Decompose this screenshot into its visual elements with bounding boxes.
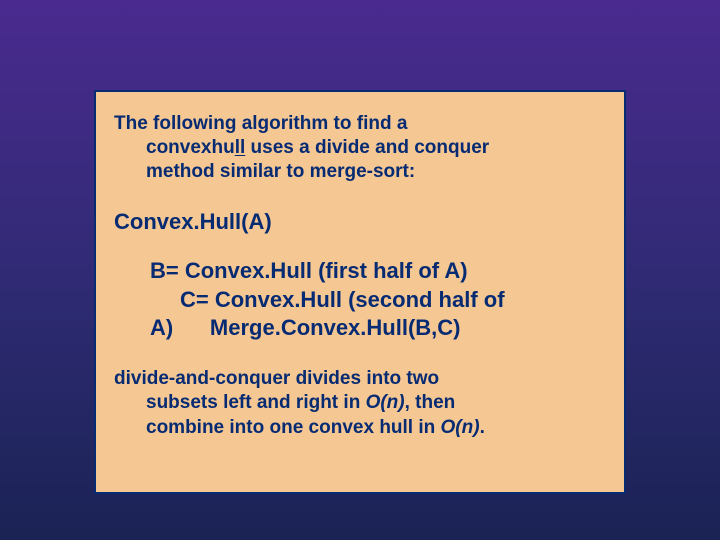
intro-word-ll-underlined: ll <box>235 137 246 158</box>
outro-l3c: . <box>480 417 485 438</box>
outro-l3a: combine into one convex hull in <box>146 417 441 438</box>
intro-line-2: convexhull uses a divide and conquer <box>114 137 489 158</box>
outro-line-3: combine into one convex hull in O(n). <box>114 416 606 440</box>
intro-line-1: The following algorithm to find a <box>114 113 407 134</box>
intro-word-convexhu: convexhu <box>146 137 235 158</box>
pseudocode-block: B= Convex.Hull (first half of A) C= Conv… <box>114 257 606 343</box>
code-line-2: C= Convex.Hull (second half of <box>150 286 606 315</box>
outro-bigO-1: O(n) <box>366 392 405 413</box>
outro-l2a: subsets left and right in <box>146 392 366 413</box>
slide-card: The following algorithm to find a convex… <box>94 90 626 494</box>
code-line-3b: Merge.Convex.Hull(B,C) <box>210 315 461 340</box>
outro-line-1: divide-and-conquer divides into two <box>114 367 606 391</box>
outro-paragraph: divide-and-conquer divides into two subs… <box>114 367 606 440</box>
function-title: Convex.Hull(A) <box>114 209 606 235</box>
outro-line-2: subsets left and right in O(n), then <box>114 391 606 415</box>
intro-line-3: method similar to merge-sort: <box>114 161 415 182</box>
outro-l2c: , then <box>405 392 456 413</box>
code-line-1: B= Convex.Hull (first half of A) <box>150 257 606 286</box>
intro-line-2-tail: uses a divide and conquer <box>245 137 489 158</box>
intro-paragraph: The following algorithm to find a convex… <box>114 112 606 183</box>
code-line-3: A) Merge.Convex.Hull(B,C) <box>150 314 606 343</box>
code-line-3a: A) <box>150 315 173 340</box>
outro-bigO-2: O(n) <box>441 417 480 438</box>
